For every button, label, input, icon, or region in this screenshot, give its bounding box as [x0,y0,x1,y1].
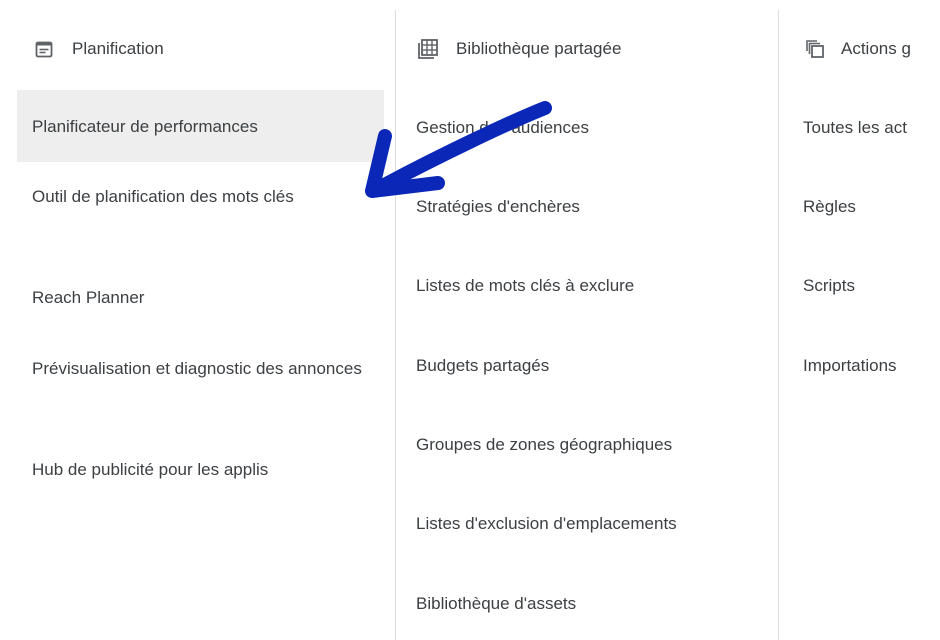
library-grid-icon [416,37,440,61]
menu-item-label: Outil de planification des mots clés [32,187,294,206]
planning-header: Planification [32,37,164,61]
menu-item-app-advertising-hub[interactable]: Hub de publicité pour les applis [32,457,372,482]
bulk-actions-header-label: Actions g [841,39,911,58]
bulk-actions-column: Actions g Toutes les act Règles Scripts … [779,0,940,640]
menu-item-label: Importations [803,356,897,375]
shared-library-header-label: Bibliothèque partagée [456,39,622,58]
planning-header-label: Planification [72,39,164,58]
calendar-note-icon [32,37,56,61]
menu-item-location-groups[interactable]: Groupes de zones géographiques [416,432,672,457]
planning-column: Planification Planificateur de performan… [0,0,395,640]
menu-item-label: Listes de mots clés à exclure [416,276,635,295]
menu-item-keyword-planner[interactable]: Outil de planification des mots clés [32,184,362,209]
menu-item-label: Stratégies d'enchères [416,197,580,216]
menu-item-label: Planificateur de performances [32,117,258,136]
bulk-actions-header: Actions g [803,37,911,61]
bulk-actions-icon [803,37,827,61]
menu-item-all-bulk-actions[interactable]: Toutes les act [803,115,907,140]
menu-item-label: Gestion des audiences [416,118,589,137]
menu-item-bid-strategies[interactable]: Stratégies d'enchères [416,194,580,219]
menu-item-label: Toutes les act [803,118,907,137]
menu-item-performance-planner[interactable]: Planificateur de performances [17,90,384,162]
menu-item-label: Bibliothèque d'assets [416,594,577,613]
menu-item-shared-budgets[interactable]: Budgets partagés [416,353,549,378]
menu-item-scripts[interactable]: Scripts [803,273,855,298]
menu-item-placement-exclusion-lists[interactable]: Listes d'exclusion d'emplacements [416,511,677,536]
menu-item-label: Budgets partagés [416,356,550,375]
menu-item-ad-preview-diagnosis[interactable]: Prévisualisation et diagnostic des annon… [32,356,372,381]
menu-item-label: Listes d'exclusion d'emplacements [416,514,677,533]
menu-item-label: Règles [803,197,856,216]
menu-item-label: Hub de publicité pour les applis [32,460,269,479]
menu-item-asset-library[interactable]: Bibliothèque d'assets [416,591,576,616]
menu-item-label: Groupes de zones géographiques [416,435,673,454]
menu-item-audience-manager[interactable]: Gestion des audiences [416,115,589,140]
shared-library-header: Bibliothèque partagée [416,37,621,61]
menu-item-reach-planner[interactable]: Reach Planner [32,285,362,310]
menu-item-label: Reach Planner [32,288,145,307]
shared-library-column: Bibliothèque partagée Gestion des audien… [396,0,778,640]
menu-item-uploads[interactable]: Importations [803,353,897,378]
menu-item-rules[interactable]: Règles [803,194,856,219]
menu-item-label: Prévisualisation et diagnostic des annon… [32,359,362,378]
menu-item-label: Scripts [803,276,855,295]
menu-item-negative-keyword-lists[interactable]: Listes de mots clés à exclure [416,273,634,298]
